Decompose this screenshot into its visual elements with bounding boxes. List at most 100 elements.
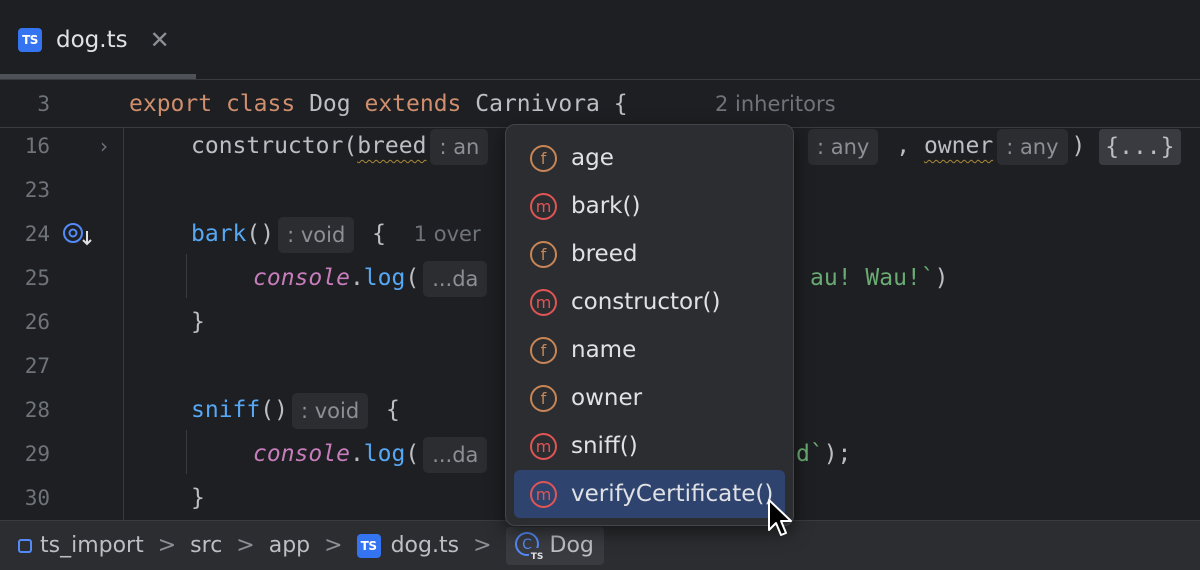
parent-class-name: Carnivora bbox=[475, 91, 600, 117]
completion-item-label: constructor() bbox=[571, 289, 721, 315]
method-name: sniff bbox=[191, 397, 261, 423]
method-call: log bbox=[363, 441, 406, 467]
method-call: log bbox=[363, 265, 406, 291]
string-literal: d` bbox=[796, 441, 824, 467]
code-content: d`); bbox=[796, 432, 851, 476]
line-number: 29 bbox=[24, 442, 50, 466]
code-content: console.log(...da bbox=[253, 256, 491, 300]
method-icon: m bbox=[530, 480, 557, 508]
brace: { bbox=[613, 91, 628, 117]
keyword: class bbox=[225, 91, 296, 117]
breadcrumb-src[interactable]: src bbox=[190, 527, 222, 565]
typescript-file-icon: TS bbox=[18, 28, 42, 52]
navigation-bar: ts_import > src > app > TS dog.ts > C TS … bbox=[0, 520, 1200, 570]
type-hint: : any bbox=[997, 128, 1068, 165]
editor-tab-bar: TS dog.ts ✕ bbox=[0, 0, 1200, 80]
code-content: console.log(...da bbox=[253, 432, 491, 476]
paren: ( bbox=[405, 265, 420, 291]
chevron-right-icon: > bbox=[473, 533, 492, 558]
class-icon: C TS bbox=[514, 531, 545, 562]
fold-chevron-icon[interactable]: › bbox=[100, 134, 108, 158]
line-number: 16 bbox=[24, 134, 50, 158]
dot: . bbox=[349, 441, 364, 467]
param-breed: breed bbox=[357, 133, 427, 159]
overriding-method-icon[interactable] bbox=[62, 220, 94, 248]
breadcrumb-label: ts_import bbox=[40, 533, 144, 558]
typescript-file-icon: TS bbox=[356, 533, 381, 558]
line-number: 27 bbox=[24, 354, 50, 378]
completion-item-label: name bbox=[571, 337, 637, 363]
closing-brace: } bbox=[191, 309, 205, 335]
paren: () bbox=[260, 397, 288, 423]
line-number: 23 bbox=[24, 178, 50, 202]
line-number: 3 bbox=[37, 92, 50, 116]
paren: ( bbox=[405, 441, 420, 467]
breadcrumb-label: Dog bbox=[549, 533, 594, 558]
method-icon: m bbox=[530, 288, 557, 316]
param-owner: owner bbox=[923, 133, 994, 159]
completion-item-label: breed bbox=[571, 241, 638, 267]
code-content: sniff(): void { bbox=[191, 388, 400, 432]
paren: () bbox=[246, 221, 275, 247]
console-object: console bbox=[253, 441, 350, 467]
method-name: constructor bbox=[191, 133, 344, 159]
closing-brace: } bbox=[191, 485, 205, 511]
method-icon: m bbox=[530, 432, 557, 460]
folded-region[interactable]: {...} bbox=[1099, 128, 1181, 165]
paren: ( bbox=[343, 133, 358, 159]
dot: . bbox=[349, 265, 364, 291]
overrides-hint[interactable]: 1 over bbox=[414, 222, 481, 246]
completion-item[interactable]: m sniff() bbox=[514, 422, 785, 470]
brace: { bbox=[372, 221, 387, 247]
breadcrumb-project[interactable]: ts_import bbox=[18, 527, 144, 565]
line-number: 25 bbox=[24, 266, 50, 290]
return-type-hint: : void bbox=[278, 216, 355, 253]
field-icon: f bbox=[530, 336, 557, 364]
paren: ) bbox=[934, 265, 949, 291]
completion-item-label: bark() bbox=[571, 193, 641, 219]
method-name: bark bbox=[191, 221, 247, 247]
chevron-right-icon: > bbox=[236, 533, 255, 558]
completion-item-label: age bbox=[571, 145, 614, 171]
field-icon: f bbox=[530, 144, 557, 172]
type-hint: : an bbox=[430, 128, 489, 165]
code-content: bark(): void { 1 over bbox=[191, 212, 481, 256]
keyword: extends bbox=[364, 91, 462, 117]
line-number: 28 bbox=[24, 398, 50, 422]
param-hint: ...da bbox=[423, 260, 488, 297]
inheritors-hint[interactable]: 2 inheritors bbox=[715, 82, 836, 126]
completion-item[interactable]: f owner bbox=[514, 374, 785, 422]
breadcrumb-file[interactable]: TS dog.ts bbox=[356, 527, 459, 565]
comma: , bbox=[896, 133, 911, 159]
keyword: export bbox=[129, 91, 213, 117]
completion-item-label: sniff() bbox=[571, 433, 638, 459]
code-content: constructor(breed: an bbox=[191, 124, 492, 168]
completion-item[interactable]: m bark() bbox=[514, 182, 785, 230]
return-type-hint: : void bbox=[291, 392, 369, 429]
line-number: 24 bbox=[24, 222, 50, 246]
completion-item[interactable]: m constructor() bbox=[514, 278, 785, 326]
console-object: console bbox=[253, 265, 350, 291]
completion-item[interactable]: f breed bbox=[514, 230, 785, 278]
mouse-cursor-icon bbox=[768, 499, 792, 536]
breadcrumb-label: src bbox=[190, 533, 223, 558]
chevron-right-icon: > bbox=[324, 533, 343, 558]
breadcrumb-class[interactable]: C TS Dog bbox=[505, 526, 604, 565]
class-name: Dog bbox=[309, 91, 351, 117]
completion-item[interactable]: f age bbox=[514, 134, 785, 182]
type-hint: : any bbox=[808, 128, 879, 165]
breadcrumb-app[interactable]: app bbox=[269, 527, 310, 565]
string-literal: au! Wau!` bbox=[810, 265, 935, 291]
completion-item[interactable]: f name bbox=[514, 326, 785, 374]
breadcrumb-label: app bbox=[268, 533, 311, 558]
completion-item-label: verifyCertificate() bbox=[571, 481, 774, 507]
completion-item-label: owner bbox=[571, 385, 643, 411]
field-icon: f bbox=[530, 240, 557, 268]
sticky-line[interactable]: 3 export class Dog extends Carnivora { 2… bbox=[0, 80, 1200, 128]
tab-label: dog.ts bbox=[56, 27, 128, 53]
completion-popup: f age m bark() f breed m constructor() f name… bbox=[505, 124, 794, 526]
close-icon[interactable]: ✕ bbox=[150, 28, 170, 52]
tab-dog-ts[interactable]: TS dog.ts ✕ bbox=[0, 0, 196, 80]
completion-item-selected[interactable]: m verifyCertificate() bbox=[514, 470, 785, 518]
paren: ); bbox=[823, 441, 852, 467]
